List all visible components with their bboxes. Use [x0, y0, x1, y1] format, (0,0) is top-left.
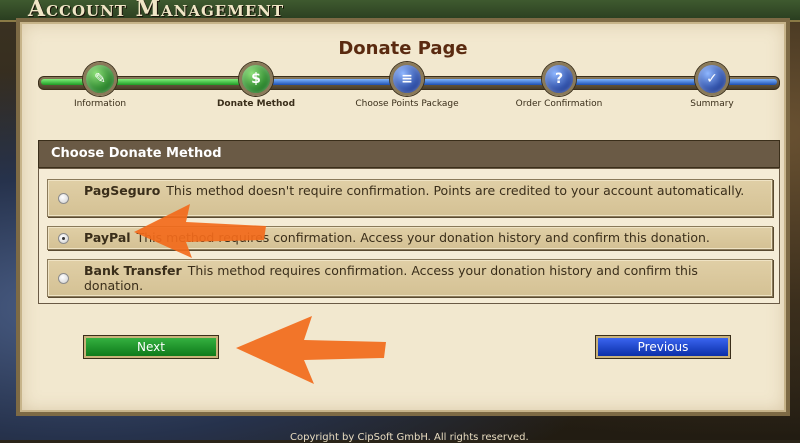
option-description: This method requires confirmation. Acces…	[136, 230, 710, 245]
quill-icon: ✎	[83, 62, 117, 96]
step-information: ✎ Information	[40, 62, 160, 109]
option-name: PayPal	[84, 230, 131, 245]
radio-pagseguro[interactable]	[58, 193, 69, 204]
checkmark-icon: ✓	[695, 62, 729, 96]
option-paypal[interactable]: PayPal This method requires confirmation.…	[47, 226, 773, 250]
page-title: Donate Page	[338, 38, 468, 59]
scroll-icon: ≡	[390, 62, 424, 96]
donate-method-list: PagSeguro This method doesn't require con…	[38, 168, 780, 304]
step-order-confirmation: ? Order Confirmation	[499, 62, 619, 109]
step-choose-points-package: ≡ Choose Points Package	[347, 62, 467, 109]
step-label: Order Confirmation	[515, 99, 603, 109]
step-label: Donate Method	[216, 99, 296, 109]
step-label: Choose Points Package	[355, 99, 459, 109]
option-name: Bank Transfer	[84, 263, 182, 278]
radio-bank-transfer[interactable]	[58, 273, 69, 284]
option-pagseguro[interactable]: PagSeguro This method doesn't require con…	[47, 179, 773, 217]
option-bank-transfer[interactable]: Bank Transfer This method requires confir…	[47, 259, 773, 297]
question-icon: ?	[542, 62, 576, 96]
step-label: Summary	[690, 99, 734, 109]
radio-paypal[interactable]	[58, 233, 69, 244]
step-label: Information	[73, 99, 127, 109]
next-button[interactable]: Next	[83, 335, 219, 359]
option-name: PagSeguro	[84, 183, 161, 198]
option-description: This method doesn't require confirmation…	[166, 183, 745, 198]
section-header: Choose Donate Method	[38, 140, 780, 168]
previous-button[interactable]: Previous	[595, 335, 731, 359]
donate-panel: Donate Page ✎ Information $ Donate Metho…	[16, 18, 790, 416]
step-donate-method: $ Donate Method	[196, 62, 316, 109]
coin-icon: $	[239, 62, 273, 96]
footer-copyright: Copyright by CipSoft GmbH. All rights re…	[290, 432, 529, 443]
step-summary: ✓ Summary	[652, 62, 772, 109]
